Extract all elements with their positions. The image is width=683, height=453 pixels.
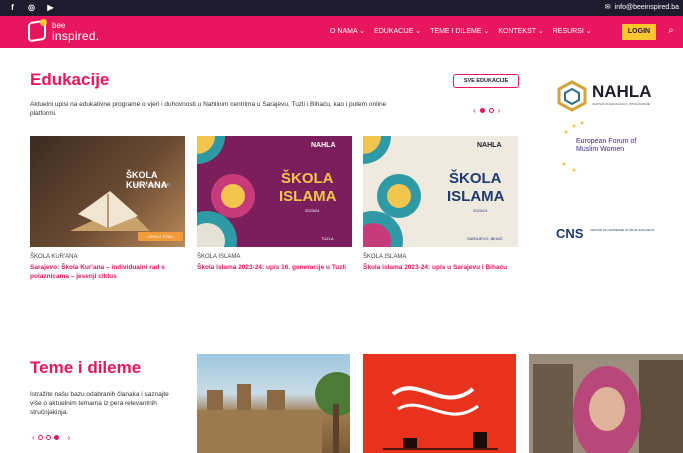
nahla-subtitle: CENTAR ZA EDUKACIJU I ISTRAŽIVANJE (592, 102, 650, 106)
next-arrow-icon[interactable]: › (68, 433, 71, 442)
nav-item-kontekst[interactable]: KONTEKST ⌄ (498, 27, 543, 35)
carousel-dot[interactable] (479, 108, 485, 113)
card-image-title-2: ISLAMA (279, 188, 337, 205)
nav-item-o-nama[interactable]: O NAMA ⌄ (330, 27, 365, 35)
email-text: info@beeinspired.ba (614, 3, 679, 11)
card-image-subtitle: INDIVIDUALNI RAD (134, 182, 171, 187)
site-logo[interactable]: bee inspired. (28, 19, 108, 45)
prev-arrow-icon[interactable]: ‹ (473, 106, 476, 115)
youtube-icon[interactable]: ▶ (46, 3, 55, 12)
card-title[interactable]: Škola islama 2023-24: upis 16. generacij… (197, 263, 352, 272)
card-image-badge: UPIS U TOKU (138, 232, 183, 241)
effmw-text: European Forum of Muslim Women (576, 138, 637, 153)
edukacije-title: Edukacije (30, 70, 110, 89)
nahla-text: NAHLA (592, 82, 652, 101)
card-image[interactable]: NAHLA ŠKOLA ISLAMA 2023/24 SARAJEVO, BIH… (363, 136, 518, 247)
nav-menu: O NAMA ⌄ EDUKACIJE ⌄ TEME I DILEME ⌄ KON… (330, 27, 592, 35)
article-thumb-illustration[interactable] (363, 354, 516, 453)
main-content: Edukacije Aktuelni upisi na edukativne p… (0, 48, 683, 453)
sve-edukacije-button[interactable]: SVE EDUKACIJE (453, 74, 519, 88)
card-image[interactable]: NAHLA ŠKOLA ISLAMA 2023/24 TUZLA (197, 136, 352, 247)
card-category: ŠKOLA ISLAMA (197, 254, 241, 260)
next-arrow-icon[interactable]: › (498, 106, 501, 115)
teme-title: Teme i dileme (30, 358, 142, 377)
top-bar: f ◎ ▶ ✉ info@beeinspired.ba (0, 0, 683, 16)
nav-item-edukacije[interactable]: EDUKACIJE ⌄ (374, 27, 421, 35)
cns-text: CNS (556, 226, 584, 241)
card-title[interactable]: Sarajevo: Škola Kur'ana – individualni r… (30, 263, 185, 281)
teme-description: Istražite našu bazu odabranih članaka i … (30, 391, 169, 416)
nahla-hex-icon (557, 80, 587, 112)
nav-item-teme-i-dileme[interactable]: TEME I DILEME ⌄ (430, 27, 489, 35)
card-image-city: SARAJEVO, BIHAĆ (467, 236, 503, 241)
mail-icon: ✉ (604, 4, 611, 11)
partner-logo-effmw[interactable]: European Forum of Muslim Women (556, 118, 666, 178)
prev-arrow-icon[interactable]: ‹ (32, 433, 35, 442)
card-image[interactable]: ŠKOLA KUR'ANA INDIVIDUALNI RAD UPIS U TO… (30, 136, 185, 247)
edukacije-description: Aktuelni upisi na edukativne programe o … (30, 101, 387, 117)
card-image-year: 2023/24 (473, 208, 488, 213)
login-button[interactable]: LOGIN (622, 24, 656, 40)
speaker-photo (529, 354, 683, 453)
card-image-brand: NAHLA (311, 142, 336, 149)
card-image-title-1: ŠKOLA (281, 170, 334, 187)
card-title[interactable]: Škola islama 2023-24: upis u Sarajevu i … (363, 263, 518, 272)
main-navbar: bee inspired. O NAMA ⌄ EDUKACIJE ⌄ TEME … (0, 16, 683, 48)
card-category: ŠKOLA KUR'ANA (30, 254, 78, 260)
card-image-title-2: ISLAMA (447, 188, 505, 205)
card-image-brand: NAHLA (477, 142, 502, 149)
calligraphy-illustration (383, 386, 498, 450)
nav-item-resursi[interactable]: RESURSI ⌄ (553, 27, 592, 35)
social-links: f ◎ ▶ (8, 3, 55, 12)
search-icon[interactable]: ⌕ (668, 25, 674, 36)
card-image-city: TUZLA (321, 236, 334, 241)
carousel-dot[interactable] (45, 435, 51, 440)
edukacija-card[interactable]: NAHLA ŠKOLA ISLAMA 2023/24 SARAJEVO, BIH… (363, 136, 518, 296)
cns-subtitle: CENTAR ZA NAPREDNE STUDIJE SARAJEVO (590, 228, 655, 232)
mosque-illustration (197, 372, 350, 453)
edukacija-card[interactable]: NAHLA ŠKOLA ISLAMA 2023/24 TUZLA ŠKOLA I… (197, 136, 352, 296)
partner-logo-nahla[interactable]: NAHLA CENTAR ZA EDUKACIJU I ISTRAŽIVANJE (556, 78, 666, 118)
teme-carousel-nav: ‹ › (32, 433, 70, 442)
partner-logo-cns[interactable]: CNS CENTAR ZA NAPREDNE STUDIJE SARAJEVO (556, 224, 666, 248)
email-link[interactable]: ✉ info@beeinspired.ba (604, 3, 679, 12)
facebook-icon[interactable]: f (8, 3, 17, 12)
card-image-year: 2023/24 (305, 208, 320, 213)
logo-dot-icon (40, 19, 47, 26)
card-category: ŠKOLA ISLAMA (363, 254, 407, 260)
card-image-title-1: ŠKOLA (449, 170, 502, 187)
card-image-title: ŠKOLA KUR'ANA (126, 170, 168, 190)
carousel-dot[interactable] (488, 108, 494, 113)
carousel-dot[interactable] (37, 435, 43, 440)
instagram-icon[interactable]: ◎ (27, 3, 36, 12)
edukacija-card[interactable]: ŠKOLA KUR'ANA INDIVIDUALNI RAD UPIS U TO… (30, 136, 185, 296)
logo-text-bottom: inspired. (52, 29, 100, 43)
quran-stand-illustration (70, 191, 150, 231)
article-thumb-mosque[interactable] (197, 354, 350, 453)
carousel-dot[interactable] (53, 435, 59, 440)
article-thumb-speaker[interactable] (529, 354, 683, 453)
edukacije-carousel-nav: ‹ › (473, 106, 500, 115)
